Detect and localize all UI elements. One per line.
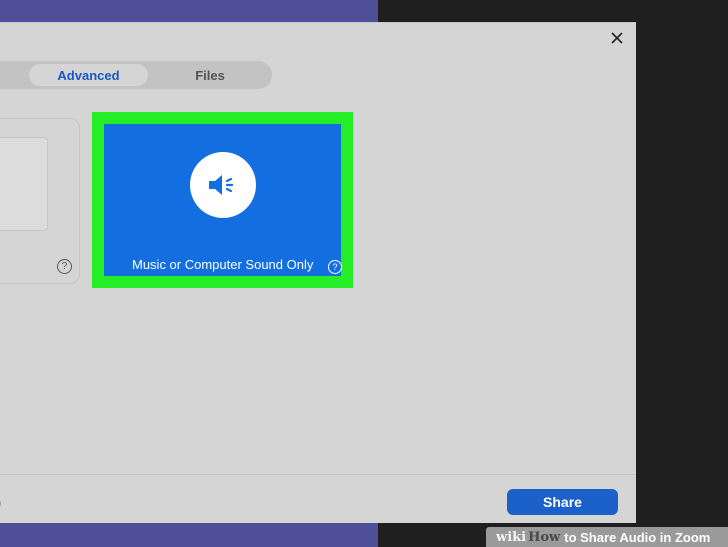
footer-left-text: p [0, 495, 1, 510]
music-computer-sound-option[interactable]: Music or Computer Sound Only ? [104, 124, 342, 276]
sound-option-label: Music or Computer Sound Only [132, 257, 314, 272]
watermark-title: to Share Audio in Zoom [564, 529, 711, 545]
speaker-icon [190, 152, 256, 218]
share-option-thumbnail [0, 137, 48, 231]
tab-advanced[interactable]: Advanced [29, 64, 148, 86]
tab-files[interactable]: Files [150, 64, 270, 86]
help-icon[interactable]: ? [57, 259, 72, 274]
watermark-brand-wiki: wiki [496, 529, 527, 545]
tab-bar: Advanced Files [0, 61, 272, 89]
close-icon[interactable] [606, 27, 628, 49]
watermark-brand-how: How [528, 529, 561, 545]
help-icon[interactable]: ? [328, 260, 342, 274]
watermark: wiki How to Share Audio in Zoom [486, 527, 728, 547]
share-button[interactable]: Share [507, 489, 618, 515]
share-screen-dialog: Advanced Files n ? Music or Computer Sou… [0, 22, 636, 523]
footer-divider [0, 474, 636, 475]
